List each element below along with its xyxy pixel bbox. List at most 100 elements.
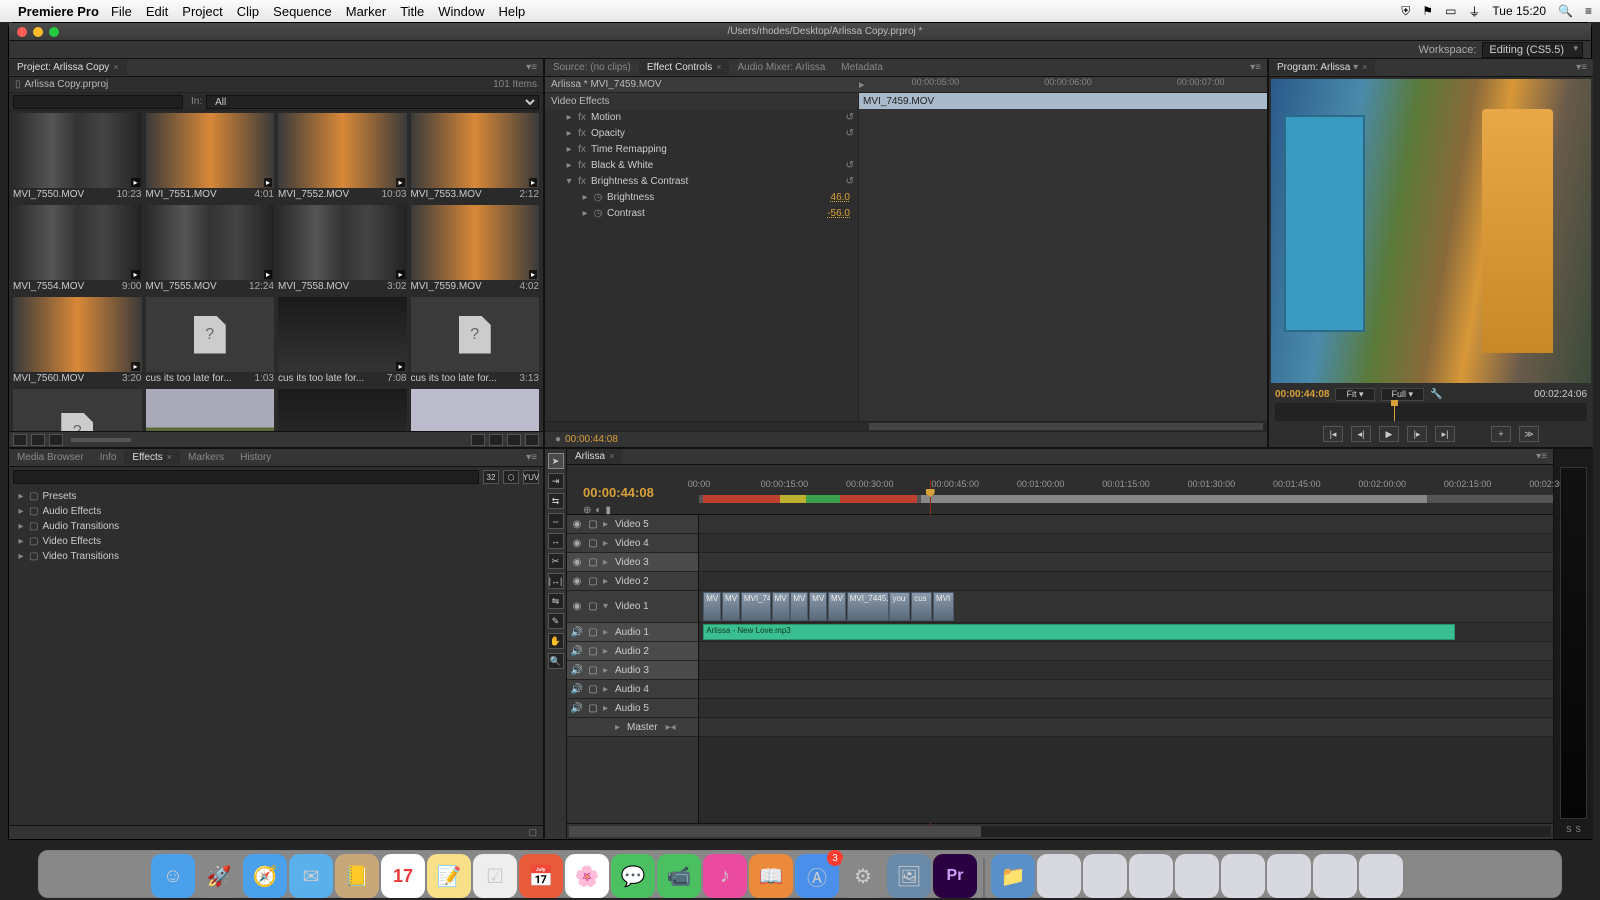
lock-icon[interactable]: ▢ [587, 575, 599, 587]
panel-menu-icon[interactable]: ▾≡ [520, 452, 543, 463]
workspace-dropdown[interactable]: Editing (CS5.5) [1482, 42, 1583, 58]
lock-icon[interactable]: ▢ [587, 556, 599, 568]
timeline-current-tc[interactable]: 00:00:44:08 [583, 485, 654, 500]
program-quality-select[interactable]: Full ▾ [1381, 388, 1425, 401]
effects-tree-item[interactable]: ▸▢Audio Effects [13, 504, 539, 519]
zoom-button[interactable] [49, 27, 59, 37]
dock-app5[interactable] [1267, 854, 1311, 898]
effects-tree-item[interactable]: ▸▢Audio Transitions [13, 519, 539, 534]
fx-badge-icon[interactable]: fx [577, 128, 587, 139]
project-clip[interactable] [146, 389, 275, 431]
new-bin-icon[interactable] [489, 434, 503, 446]
menu-edit[interactable]: Edit [146, 4, 168, 19]
add-marker-button[interactable]: + [1491, 426, 1511, 442]
dock-app-contacts[interactable]: 📒 [335, 854, 379, 898]
project-clip[interactable]: MVI_7558.MOV3:02 [278, 205, 407, 293]
dock-app-fantastical[interactable]: 📅 [519, 854, 563, 898]
button-editor-icon[interactable]: ≫ [1519, 426, 1539, 442]
rolling-edit-tool[interactable]: ⇔ [548, 513, 564, 529]
close-icon[interactable]: × [716, 62, 721, 72]
lock-icon[interactable]: ▢ [587, 645, 599, 657]
twirl-icon[interactable]: ▸ [17, 521, 25, 532]
project-clip[interactable]: MVI_7559.MOV4:02 [411, 205, 540, 293]
video-track-header[interactable]: ◉▢▸Video 4 [567, 534, 698, 553]
audio-track-lane[interactable] [699, 642, 1553, 661]
project-clip[interactable]: MVI_7553.MOV2:12 [411, 113, 540, 201]
audio-track-lane[interactable] [699, 680, 1553, 699]
app-name[interactable]: Premiere Pro [18, 4, 99, 19]
dock-app-reminders[interactable]: ☑ [473, 854, 517, 898]
menu-clip[interactable]: Clip [237, 4, 259, 19]
close-icon[interactable]: × [609, 451, 614, 461]
tab-audio-mixer[interactable]: Audio Mixer: Arlissa [729, 60, 833, 75]
fx-badge-icon[interactable]: fx [577, 176, 587, 187]
audio-meter-solo[interactable]: SS [1554, 825, 1593, 839]
audio-track-header[interactable]: 🔊▢▸Audio 2 [567, 642, 698, 661]
dock-app-launchpad[interactable]: 🚀 [197, 854, 241, 898]
effects-tree-item[interactable]: ▸▢Presets [13, 489, 539, 504]
pen-tool[interactable]: ✎ [548, 613, 564, 629]
project-clip[interactable]: MVI_7550.MOV10:23 [13, 113, 142, 201]
speaker-icon[interactable]: 🔊 [571, 645, 583, 657]
reset-icon[interactable]: ↺ [846, 176, 854, 187]
dock-desktop[interactable] [1037, 854, 1081, 898]
fx-badge-accel[interactable]: ⬡ [503, 470, 519, 484]
timeline-clip[interactable]: MV [809, 592, 827, 621]
reset-icon[interactable]: ↺ [846, 160, 854, 171]
timeline-clip[interactable]: MV [772, 592, 790, 621]
fx-badge-yuv[interactable]: YUV [523, 470, 539, 484]
dock-app4[interactable] [1221, 854, 1265, 898]
close-icon[interactable]: × [167, 452, 172, 462]
project-clip[interactable] [411, 389, 540, 431]
menu-sequence[interactable]: Sequence [273, 4, 332, 19]
in-select[interactable]: All [206, 95, 539, 109]
dock-trash[interactable]: 🗑 [1405, 854, 1449, 898]
project-clip[interactable] [278, 389, 407, 431]
menubar-hamburger-icon[interactable]: ≡ [1585, 4, 1592, 18]
speaker-icon[interactable]: 🔊 [571, 683, 583, 695]
dock-app6[interactable] [1313, 854, 1357, 898]
menu-window[interactable]: Window [438, 4, 484, 19]
twirl-icon[interactable]: ▸ [17, 536, 25, 547]
dock-app-mail[interactable]: ✉ [289, 854, 333, 898]
dock-app-notes[interactable]: 📝 [427, 854, 471, 898]
twirl-icon[interactable]: ▾ [565, 176, 573, 187]
fx-badge-icon[interactable]: fx [577, 160, 587, 171]
fx-badge-icon[interactable]: fx [577, 112, 587, 123]
tab-program[interactable]: Program: Arlissa ▾× [1269, 60, 1375, 75]
speaker-icon[interactable]: 🔊 [571, 664, 583, 676]
track-content[interactable]: MVMVMVI_74MVMVMVMVMVI_7445.MyoucusMVIArl… [699, 515, 1553, 823]
speaker-icon[interactable]: 🔊 [571, 702, 583, 714]
video-track-header[interactable]: ◉▢▾Video 1 [567, 591, 698, 623]
video-track-lane[interactable] [699, 553, 1553, 572]
delete-icon[interactable] [525, 434, 539, 446]
twirl-icon[interactable]: ▸ [603, 646, 611, 657]
program-playhead[interactable] [1394, 403, 1395, 421]
effects-search-input[interactable] [13, 470, 479, 484]
timeline-clip[interactable]: MV [703, 592, 721, 621]
twirl-icon[interactable]: ▾ [603, 601, 611, 612]
program-viewer[interactable] [1271, 79, 1591, 383]
minimize-button[interactable] [33, 27, 43, 37]
timeline-workarea[interactable] [699, 495, 1553, 503]
eye-icon[interactable]: ◉ [571, 537, 583, 549]
effects-tree-item[interactable]: ▸▢Video Transitions [13, 549, 539, 564]
project-search-input[interactable] [13, 95, 183, 109]
fx-badge-icon[interactable]: fx [577, 144, 587, 155]
dock-app-ibooks[interactable]: 📖 [749, 854, 793, 898]
step-forward-button[interactable]: |▸ [1407, 426, 1427, 442]
zoom-tool[interactable]: 🔍 [548, 653, 564, 669]
audio-track-header[interactable]: ▸Master▸◂ [567, 718, 698, 737]
ec-effect-row[interactable]: ▸fxOpacity↺ [545, 125, 858, 141]
lock-icon[interactable]: ▢ [587, 537, 599, 549]
dock-app-appstore[interactable]: Ⓐ3 [795, 854, 839, 898]
project-clip[interactable]: MVI_7552.MOV10:03 [278, 113, 407, 201]
twirl-icon[interactable]: ▸ [565, 112, 573, 123]
timeline-clip[interactable]: MVI_74 [741, 592, 771, 621]
lock-icon[interactable]: ▢ [587, 664, 599, 676]
tab-history[interactable]: History [232, 450, 279, 465]
track-select-tool[interactable]: ⇥ [548, 473, 564, 489]
menu-project[interactable]: Project [182, 4, 222, 19]
dock-app-messages[interactable]: 💬 [611, 854, 655, 898]
timeline-clip[interactable]: cus [911, 592, 932, 621]
